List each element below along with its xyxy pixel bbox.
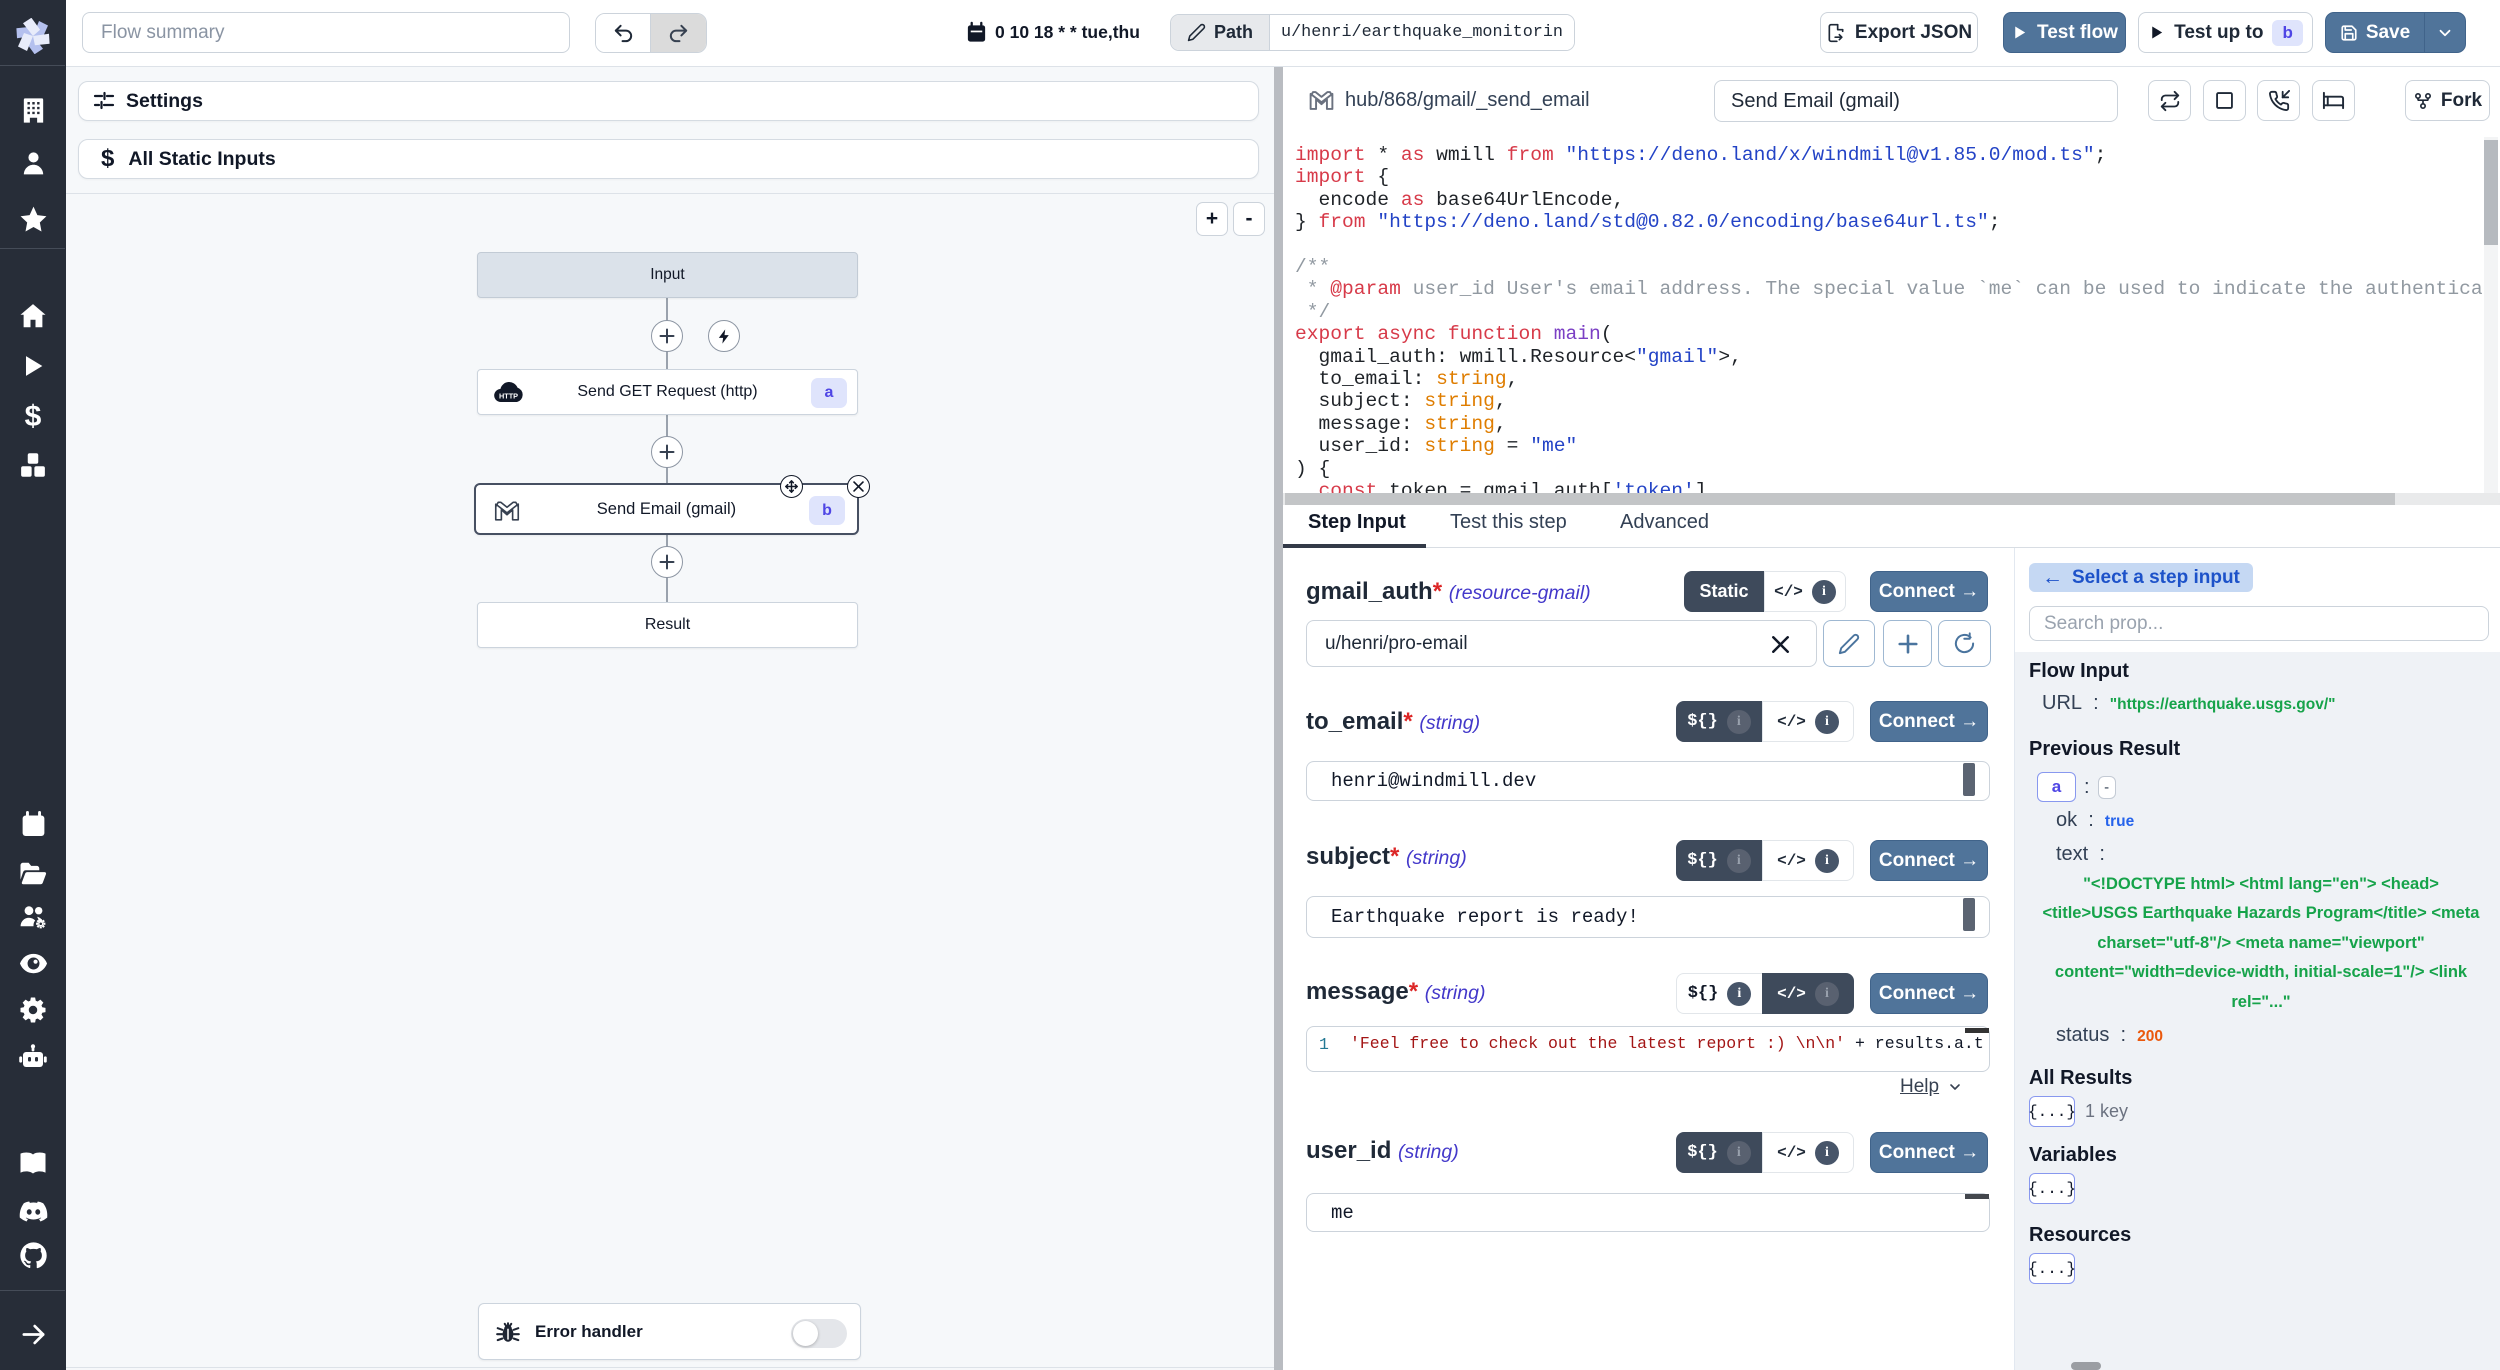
svg-text:HTTP: HTTP [499, 392, 518, 401]
